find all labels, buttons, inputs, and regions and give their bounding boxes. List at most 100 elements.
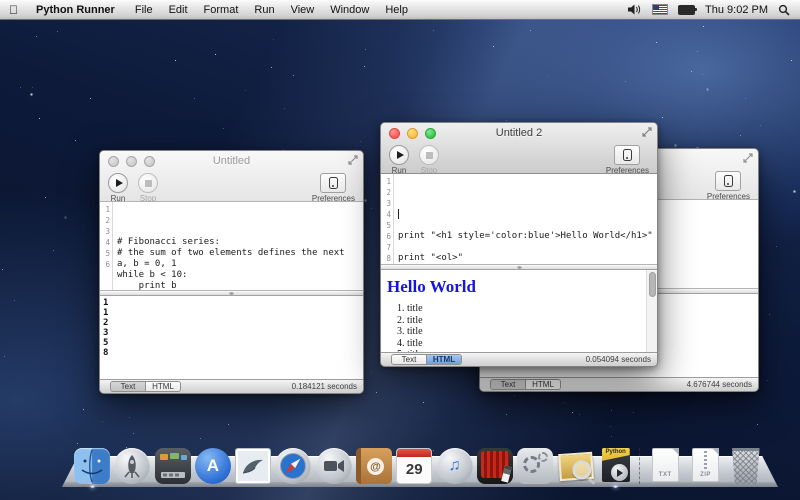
mission-control-icon[interactable] <box>155 448 191 484</box>
dock-separator[interactable] <box>639 448 642 484</box>
text-caret <box>398 209 399 219</box>
window-untitled-2: Untitled 2 Run Stop Preferences <box>380 122 658 367</box>
output-line: 1 <box>103 308 363 318</box>
menu-bar:  Python Runner File Edit Format Run Vie… <box>0 0 800 20</box>
app-menu[interactable]: Python Runner <box>28 4 123 16</box>
zoom-button[interactable] <box>425 128 436 139</box>
photo-booth-icon[interactable] <box>477 448 513 484</box>
output-scrollbar[interactable] <box>646 270 657 352</box>
resize-icon[interactable] <box>642 127 652 137</box>
code-line <box>398 242 657 253</box>
titlebar[interactable]: Untitled 2 <box>381 123 657 143</box>
resize-icon[interactable] <box>743 153 753 163</box>
titlebar[interactable]: Untitled <box>100 151 363 171</box>
volume-icon[interactable] <box>628 4 642 15</box>
preferences-icon <box>623 149 632 161</box>
stop-button[interactable] <box>419 145 439 165</box>
apple-menu-icon[interactable]:  <box>9 4 18 16</box>
toolbar: Run Stop Preferences <box>381 143 657 173</box>
menu-help[interactable]: Help <box>377 4 416 16</box>
preview-icon[interactable] <box>556 447 594 485</box>
output-list-item: title <box>407 303 657 315</box>
html-mode-button[interactable]: HTML <box>525 380 560 389</box>
close-button[interactable] <box>108 156 119 167</box>
stop-icon <box>426 152 433 159</box>
output-heading: Hello World <box>387 277 657 297</box>
bottom-bar: Text HTML 4.676744 seconds <box>480 377 758 391</box>
window-untitled: Untitled Run Stop Preferences <box>99 150 364 394</box>
battery-icon[interactable] <box>678 5 695 15</box>
code-editor[interactable]: 12345678 print "<h1 style='color:blue'>H… <box>381 174 657 264</box>
zip-document-icon[interactable]: ZIP <box>688 448 724 484</box>
preferences-button[interactable] <box>320 173 346 193</box>
code-text[interactable]: # Fibonacci series:# the sum of two elem… <box>113 202 363 290</box>
screen:  Python Runner File Edit Format Run Vie… <box>0 0 800 500</box>
view-mode-segmented-control: Text HTML <box>110 381 181 392</box>
window-title: Untitled 2 <box>496 127 542 139</box>
output-line: 2 <box>103 318 363 328</box>
music-note-glyph: ♫ <box>449 457 461 475</box>
resize-icon[interactable] <box>348 155 358 165</box>
zip-label: ZIP <box>693 472 718 478</box>
trash-icon[interactable] <box>728 448 764 484</box>
output-pane[interactable]: Hello World titletitletitletitletitletit… <box>381 270 657 352</box>
code-line: # Fibonacci series: <box>117 237 363 248</box>
minimize-button[interactable] <box>407 128 418 139</box>
spotlight-icon[interactable] <box>778 4 790 16</box>
itunes-icon[interactable]: ♫ <box>437 448 473 484</box>
stop-button[interactable] <box>138 173 158 193</box>
input-language-flag-icon[interactable] <box>652 4 668 15</box>
launchpad-icon[interactable] <box>114 448 150 484</box>
text-mode-button[interactable]: Text <box>392 355 426 364</box>
run-button[interactable] <box>108 173 128 193</box>
scrollbar-thumb[interactable] <box>649 272 656 297</box>
menu-view[interactable]: View <box>283 4 323 16</box>
menu-edit[interactable]: Edit <box>161 4 196 16</box>
play-icon <box>116 179 123 187</box>
code-line: a, b = 0, 1 <box>117 259 363 270</box>
book-spine <box>356 448 361 484</box>
elapsed-time: 0.184121 seconds <box>292 382 357 391</box>
play-badge <box>611 464 628 481</box>
calendar-day: 29 <box>397 457 431 482</box>
elapsed-time: 0.054094 seconds <box>586 355 651 364</box>
minimize-button[interactable] <box>126 156 137 167</box>
menu-file[interactable]: File <box>127 4 161 16</box>
facetime-icon[interactable] <box>316 448 352 484</box>
mail-icon[interactable] <box>235 448 271 484</box>
preferences-button[interactable] <box>614 145 640 165</box>
output-list-item: title <box>407 315 657 327</box>
calendar-icon[interactable]: 29 <box>396 448 432 484</box>
menu-clock[interactable]: Thu 9:02 PM <box>705 4 768 16</box>
menu-format[interactable]: Format <box>196 4 247 16</box>
menu-run[interactable]: Run <box>246 4 282 16</box>
text-mode-button[interactable]: Text <box>111 382 145 391</box>
code-text[interactable]: print "<h1 style='color:blue'>Hello Worl… <box>394 174 657 264</box>
html-mode-button[interactable]: HTML <box>145 382 180 391</box>
code-line: print "<ol>" <box>398 253 657 264</box>
play-icon <box>397 151 404 159</box>
app-store-letter: A <box>207 456 219 476</box>
code-line: # the sum of two elements defines the ne… <box>117 248 363 259</box>
preferences-button[interactable] <box>715 171 741 191</box>
output-list-item: title <box>407 326 657 338</box>
close-button[interactable] <box>389 128 400 139</box>
zoom-button[interactable] <box>144 156 155 167</box>
python-runner-icon[interactable]: Python <box>598 448 634 484</box>
finder-icon[interactable] <box>74 448 110 484</box>
text-mode-button[interactable]: Text <box>491 380 525 389</box>
system-preferences-icon[interactable] <box>517 448 553 484</box>
run-button[interactable] <box>389 145 409 165</box>
safari-icon[interactable] <box>275 448 311 484</box>
menu-window[interactable]: Window <box>322 4 377 16</box>
preferences-icon <box>329 177 338 189</box>
at-symbol: @ <box>370 461 381 473</box>
txt-document-icon[interactable]: TXT <box>647 448 683 484</box>
output-pane[interactable]: 112358 <box>100 296 363 379</box>
output-line: 3 <box>103 328 363 338</box>
contacts-icon[interactable]: @ <box>356 448 392 484</box>
bottom-bar: Text HTML 0.054094 seconds <box>381 352 657 366</box>
code-editor[interactable]: 123456 # Fibonacci series:# the sum of t… <box>100 202 363 290</box>
html-mode-button[interactable]: HTML <box>426 355 461 364</box>
app-store-icon[interactable]: A <box>195 448 231 484</box>
